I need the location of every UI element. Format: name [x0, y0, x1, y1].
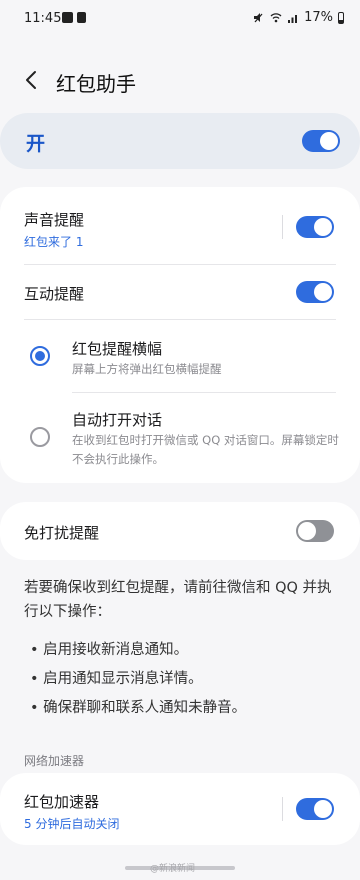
section-header-network: 网络加速器 [24, 754, 85, 768]
dnd-reminder-toggle[interactable] [296, 520, 334, 542]
banner-option-row[interactable]: 红包提醒横幅 屏幕上方将弹出红包横幅提醒 [0, 320, 360, 392]
status-bar: 11:45 17% [0, 0, 360, 38]
page-title: 红包助手 [56, 72, 136, 96]
info-bullet: • 确保群聊和联系人通知未静音。 [30, 700, 247, 716]
gallery-icon [62, 12, 73, 23]
sound-reminder-toggle[interactable] [296, 216, 334, 238]
info-bullet: • 启用接收新消息通知。 [30, 642, 189, 658]
interactive-reminder-title: 互动提醒 [24, 285, 85, 303]
accelerator-subtitle: 5 分钟后自动关闭 [24, 817, 120, 831]
sound-reminder-subtitle: 红包来了 1 [24, 235, 84, 249]
chevron-left-icon [26, 71, 36, 89]
banner-option-desc: 屏幕上方将弹出红包横幅提醒 [72, 362, 222, 376]
nfc-icon [77, 12, 86, 23]
dnd-reminder-title: 免打扰提醒 [24, 524, 100, 542]
dnd-reminder-row[interactable]: 免打扰提醒 [0, 502, 360, 560]
sound-reminder-row[interactable]: 声音提醒 红包来了 1 [0, 187, 360, 263]
row-separator [282, 215, 283, 239]
info-bullet: • 启用通知显示消息详情。 [30, 671, 203, 687]
wifi-icon [270, 13, 282, 23]
info-intro-text: 若要确保收到红包提醒，请前往微信和 QQ 并执行以下操作： [24, 580, 332, 620]
mute-icon [254, 13, 263, 23]
accelerator-row[interactable]: 红包加速器 5 分钟后自动关闭 [0, 773, 360, 845]
dnd-card: 免打扰提醒 [0, 502, 360, 560]
banner-radio[interactable] [30, 346, 50, 366]
auto-open-option-title: 自动打开对话 [72, 411, 163, 429]
battery-icon [338, 11, 344, 24]
master-switch-label: 开 [26, 133, 46, 155]
interactive-reminder-row[interactable]: 互动提醒 [0, 265, 360, 319]
row-separator [282, 797, 283, 821]
status-time: 11:45 [24, 11, 62, 26]
master-toggle[interactable] [302, 130, 340, 152]
auto-open-option-row[interactable]: 自动打开对话 在收到红包时打开微信或 QQ 对话窗口。屏幕锁定时不会执行此操作。 [0, 393, 360, 483]
accelerator-card: 红包加速器 5 分钟后自动关闭 [0, 773, 360, 845]
banner-option-title: 红包提醒横幅 [72, 340, 163, 358]
auto-open-radio[interactable] [30, 427, 50, 447]
accelerator-toggle[interactable] [296, 798, 334, 820]
sound-reminder-title: 声音提醒 [24, 211, 85, 229]
battery-level: 17% [304, 10, 333, 25]
back-button[interactable] [18, 66, 46, 94]
accelerator-title: 红包加速器 [24, 793, 100, 811]
app-header: 红包助手 [0, 60, 360, 100]
signal-icon [288, 15, 298, 23]
master-switch-row[interactable]: 开 [0, 113, 360, 169]
reminder-settings-card: 声音提醒 红包来了 1 互动提醒 红包提醒横幅 屏幕上方将弹出红包横幅提醒 自动… [0, 187, 360, 483]
auto-open-option-desc: 在收到红包时打开微信或 QQ 对话窗口。屏幕锁定时不会执行此操作。 [72, 433, 339, 466]
watermark: @新浪新闻 [150, 864, 196, 874]
interactive-reminder-toggle[interactable] [296, 281, 334, 303]
